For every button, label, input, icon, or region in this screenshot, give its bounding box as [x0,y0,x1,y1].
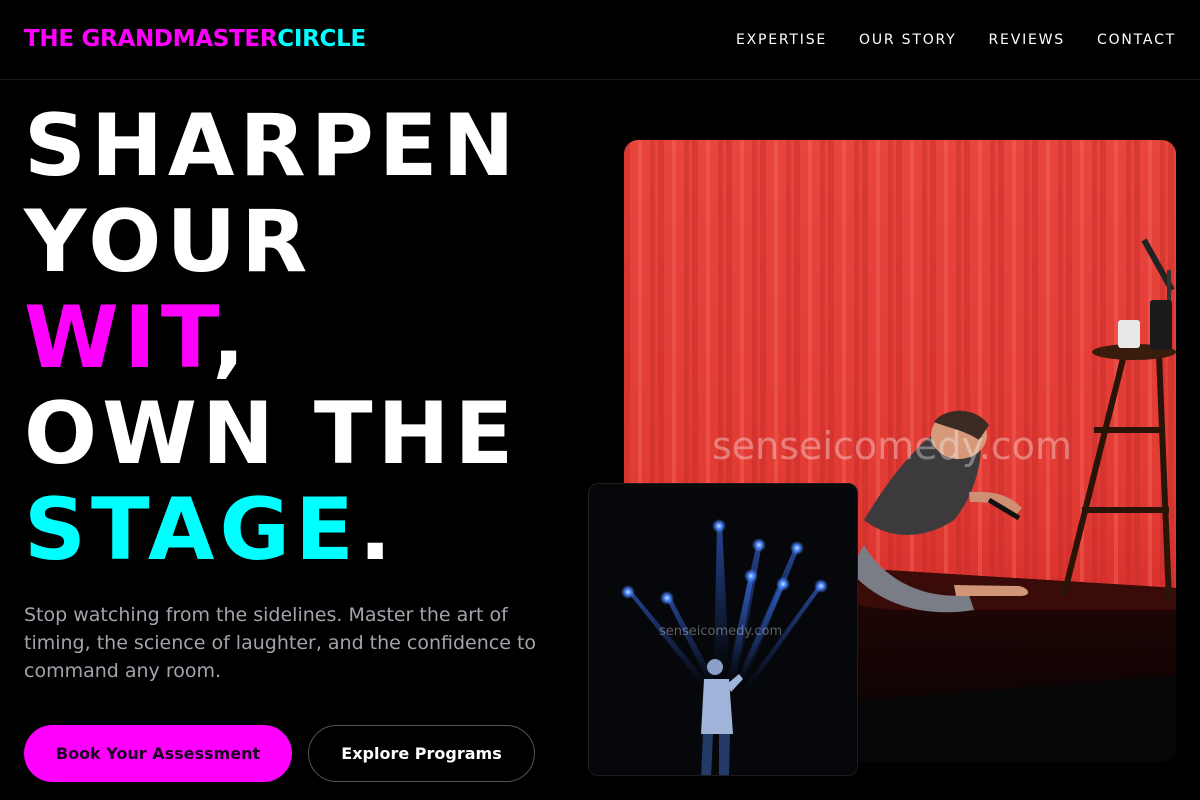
hero-subtext: Stop watching from the sidelines. Master… [24,604,537,682]
book-assessment-button[interactable]: Book Your Assessment [24,725,292,782]
headline-line-5: STAGE. [24,482,519,578]
headline-period: . [358,480,397,580]
brand-logo[interactable]: THE GRANDMASTERCIRCLE [24,25,366,53]
brand-logo-part1: THE GRANDMASTER [24,26,278,52]
brand-logo-part2: CIRCLE [277,26,366,52]
explore-programs-button[interactable]: Explore Programs [308,725,535,782]
nav-link-contact[interactable]: CONTACT [1097,30,1176,50]
headline-line-2: YOUR [24,192,313,292]
site-header: THE GRANDMASTERCIRCLE EXPERTISE OUR STOR… [0,0,1200,80]
headline-line-4: OWN THE [24,384,519,484]
nav-link-expertise[interactable]: EXPERTISE [736,30,827,50]
main-photo-watermark: senseicomedy.com [712,424,1072,468]
headline-comma: , [212,288,250,388]
secondary-photo-watermark: senseicomedy.com [659,624,783,639]
headline-highlight-stage: STAGE [24,480,359,580]
headline-highlight-wit: WIT [24,288,213,388]
nav-link-our-story[interactable]: OUR STORY [859,30,957,50]
headline-line-1: SHARPEN [24,96,520,196]
nav-link-reviews[interactable]: REVIEWS [989,30,1065,50]
hero-secondary-photo: senseicomedy.com [588,483,858,776]
hero-headline: SHARPEN YOUR WIT, OWN THE STAGE. [24,98,519,578]
main-nav: EXPERTISE OUR STORY REVIEWS CONTACT [736,30,1176,50]
headline-line-3: WIT, [24,290,519,386]
